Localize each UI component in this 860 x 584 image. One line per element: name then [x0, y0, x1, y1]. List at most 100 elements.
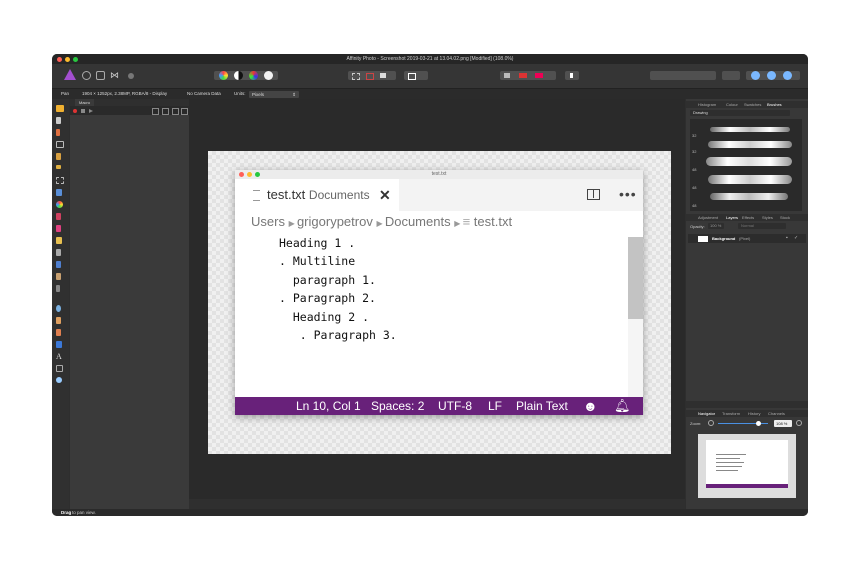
zoom-tool-icon[interactable]	[56, 377, 62, 383]
flood-select-icon[interactable]	[56, 165, 61, 169]
erase-tool-icon[interactable]	[56, 237, 62, 244]
clone-tool-icon[interactable]	[56, 261, 61, 268]
breadcrumb-users: Users	[251, 214, 285, 229]
tab-styles[interactable]: Styles	[762, 214, 773, 221]
main-toolbar: ⋈	[52, 64, 808, 89]
text-tool-icon[interactable]: A	[56, 352, 62, 361]
code-line: . Multiline	[279, 254, 356, 269]
units-select[interactable]: Pixels ⇕	[249, 90, 299, 98]
macro-tab[interactable]: Macro	[75, 99, 95, 106]
blemish-tool-icon[interactable]	[56, 273, 61, 280]
color-picker-tool-icon[interactable]	[56, 129, 60, 136]
zoom-in-icon[interactable]	[751, 71, 760, 80]
tab-colour[interactable]: Colour	[726, 101, 738, 108]
status-encoding: UTF-8	[438, 399, 472, 413]
zoom-slider-handle[interactable]	[756, 420, 761, 426]
play-icon[interactable]	[89, 108, 93, 113]
brush-stroke-1[interactable]	[710, 127, 790, 132]
red-eye-tool-icon[interactable]	[56, 285, 60, 292]
export-icon[interactable]	[570, 73, 573, 78]
tab-transform[interactable]: Transform	[722, 410, 740, 417]
zoom-field[interactable]: 108 %	[774, 420, 792, 427]
macro-library-icon[interactable]	[152, 108, 159, 115]
tab-navigator[interactable]: Navigator	[698, 410, 715, 417]
brush-tool-icon[interactable]	[56, 153, 61, 160]
view-mode-icon[interactable]	[783, 71, 792, 80]
pen-tool-icon[interactable]	[56, 329, 61, 336]
tab-stock[interactable]: Stock	[780, 214, 790, 221]
tab-brushes[interactable]: Brushes	[767, 101, 782, 108]
brush-stroke-3[interactable]	[706, 157, 792, 166]
affinity-photo-logo-icon[interactable]	[64, 69, 76, 80]
color-replace-tool-icon[interactable]	[56, 225, 61, 232]
invert-selection-icon[interactable]	[380, 73, 386, 78]
persona-tone-mapping-icon[interactable]: ⋈	[110, 71, 120, 80]
zoom-out-icon[interactable]	[767, 71, 776, 80]
layer-row[interactable]: Background (Pixel) ▪ ✓	[688, 234, 806, 243]
marquee-tool-icon[interactable]	[56, 177, 64, 184]
image-info: 1904 × 1252px, 2.38MP, RGBA/8 - Display	[82, 91, 168, 96]
opacity-field[interactable]: 100 %	[708, 223, 724, 229]
color-wheel-icon[interactable]	[219, 71, 228, 80]
breadcrumb-chevron-icon: ▶	[288, 219, 297, 228]
visibility-check-icon[interactable]: ✓	[794, 234, 798, 243]
paint-brush-tool-icon[interactable]	[56, 213, 61, 220]
brush-size-1: 32	[692, 133, 697, 138]
layers-footer	[686, 401, 808, 408]
tab-layers[interactable]: Layers	[726, 214, 738, 221]
smudge-tool-icon[interactable]	[56, 305, 61, 312]
lock-icon[interactable]: ▪	[786, 234, 788, 243]
tab-effects[interactable]: Effects	[742, 214, 754, 221]
blend-mode-select[interactable]: Normal	[738, 223, 786, 229]
persona-export-icon[interactable]	[128, 73, 134, 79]
record-icon[interactable]	[73, 108, 77, 113]
select-all-icon[interactable]	[352, 73, 360, 80]
deselect-icon[interactable]	[366, 73, 374, 80]
fill-tool-icon[interactable]	[56, 189, 62, 196]
color-picker-icon[interactable]	[535, 73, 543, 78]
import-macro-icon[interactable]	[162, 108, 169, 115]
tab-history[interactable]: History	[748, 410, 760, 417]
crop-tool-icon[interactable]	[56, 141, 64, 148]
brush-stroke-5[interactable]	[710, 193, 788, 200]
brush-stroke-4[interactable]	[708, 175, 792, 184]
shape-tool-icon[interactable]	[56, 341, 62, 348]
editor-close-dot	[239, 172, 244, 177]
dodge-tool-icon[interactable]	[56, 249, 61, 256]
tab-swatches[interactable]: Swatches	[744, 101, 761, 108]
document-canvas[interactable]: test.txt test.txt Documents ✕ ••• Users …	[208, 151, 671, 454]
white-balance-icon[interactable]	[264, 71, 273, 80]
stop-icon[interactable]	[81, 108, 85, 113]
zoom-out-circle-icon[interactable]	[708, 420, 714, 426]
brush-category-select[interactable]: Drawing	[690, 110, 790, 116]
tab-adjustment[interactable]: Adjustment	[698, 214, 718, 221]
gradient-tool-icon[interactable]	[56, 201, 63, 208]
title-bar: Affinity Photo - Screenshot 2019-03-21 a…	[52, 54, 808, 64]
editor-tab-bar: test.txt Documents ✕ •••	[235, 179, 643, 211]
tab-channels[interactable]: Channels	[768, 410, 785, 417]
brush-stroke-2[interactable]	[708, 141, 792, 148]
mesh-tool-icon[interactable]	[56, 365, 63, 372]
window-title: Affinity Photo - Screenshot 2019-03-21 a…	[346, 56, 514, 62]
brush-list[interactable]: 32 32 48 48 48	[690, 119, 802, 211]
sponge-tool-icon[interactable]	[56, 317, 61, 324]
editor-title-bar: test.txt	[235, 170, 643, 179]
contrast-icon[interactable]	[234, 71, 243, 80]
hsl-icon[interactable]	[249, 71, 258, 80]
navigator-status-strip	[706, 484, 788, 488]
navigator-line	[716, 458, 740, 459]
navigator-preview[interactable]	[698, 434, 796, 498]
assistant-icon[interactable]	[519, 73, 527, 78]
export-macro-icon[interactable]	[172, 108, 179, 115]
snapping-icon[interactable]	[504, 73, 510, 78]
zoom-in-circle-icon[interactable]	[796, 420, 802, 426]
move-tool-icon[interactable]	[56, 117, 61, 124]
units-value: Pixels	[252, 91, 265, 97]
tab-histogram[interactable]: Histogram	[698, 101, 716, 108]
quick-mask-icon[interactable]	[408, 73, 416, 80]
persona-liquify-icon[interactable]	[82, 71, 91, 80]
persona-develop-icon[interactable]	[96, 71, 105, 80]
save-macro-icon[interactable]	[181, 108, 188, 115]
canvas-scrollbar[interactable]	[189, 499, 685, 509]
pan-tool-icon[interactable]	[56, 105, 64, 112]
